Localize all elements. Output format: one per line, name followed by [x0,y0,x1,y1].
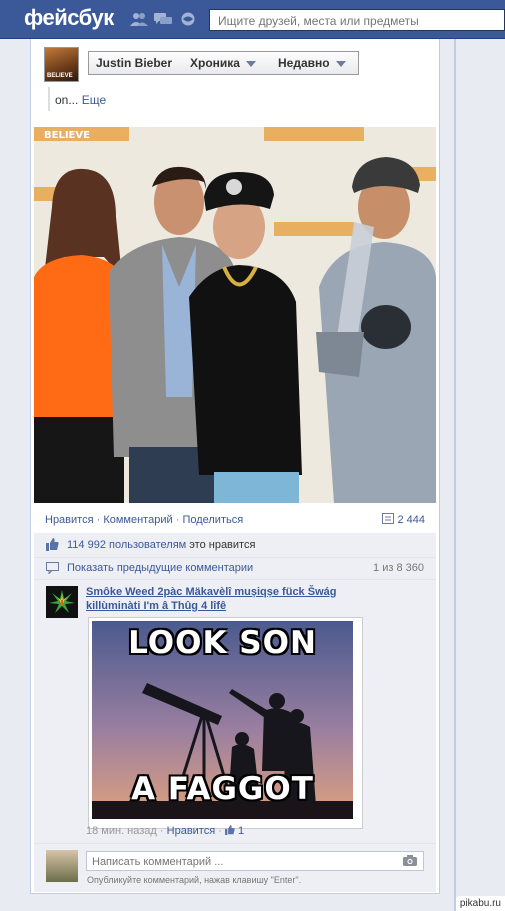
comment: Smôke Weed 2pàc Mäkavèlî mușiqșe fück Šw… [34,580,436,844]
thumbs-up-icon [46,538,59,554]
top-bar: фейсбук [0,0,505,39]
meme-bottom-text: A FAGGOT [131,771,314,807]
user-avatar [46,850,78,882]
watermark: pikabu.ru [455,896,505,911]
comment-input[interactable] [90,853,394,871]
comment-link[interactable]: Комментарий [103,514,172,526]
separator: · [175,514,180,526]
profile-avatar[interactable]: BELIEVE [44,47,79,82]
chevron-down-icon [245,60,256,67]
comment-input-box[interactable] [86,851,424,871]
quote-divider [48,87,50,111]
comment-timestamp: 18 мин. назад [86,825,157,837]
messages-icon[interactable] [154,12,172,26]
friend-requests-icon[interactable] [130,12,148,26]
post-photo[interactable]: BELIEVE [34,127,436,503]
likes-suffix: это нравится [186,539,256,551]
comment-like-link[interactable]: Нравится [167,825,216,837]
timeline-label: Хроника [190,56,240,70]
post-card: on... Еще BELIEVE Нравится · Комментарий… [30,87,440,894]
camera-icon[interactable] [403,855,417,869]
post-text-snippet: on... [55,93,79,107]
comment-bubble-icon [46,562,59,577]
search-box[interactable] [209,9,505,31]
post-text: on... Еще [55,93,106,107]
search-input[interactable] [216,11,500,31]
comment-like-count-value: 1 [238,825,245,837]
thumbs-up-icon [224,825,235,837]
comments-position: 1 из 8 360 [373,562,424,574]
timeline-header: BELIEVE Justin Bieber Хроника Недавно [30,39,440,87]
post-actions: Нравится · Комментарий · Поделиться [45,514,243,526]
likes-summary: 114 992 пользователям это нравится [67,539,255,551]
share-icon [382,513,397,526]
profile-name-button[interactable]: Justin Bieber [88,51,184,75]
sort-dropdown[interactable]: Недавно [271,51,359,75]
chevron-down-icon [335,60,346,67]
timeline-line [454,39,456,911]
likes-count-link[interactable]: 114 992 пользователям [67,539,186,551]
share-link[interactable]: Поделиться [182,514,243,526]
comment-meta: 18 мин. назад · Нравится · 1 [86,825,244,837]
profile-name: Justin Bieber [96,56,173,70]
separator: · [159,825,164,837]
avatar-caption: BELIEVE [47,73,73,79]
facebook-logo[interactable]: фейсбук [24,5,114,31]
sort-label: Недавно [278,56,330,70]
notifications-icon[interactable] [180,12,198,26]
comment-image[interactable]: LOOK SON A FAGGOT [88,617,363,829]
commenter-avatar[interactable] [46,586,78,618]
separator: · [96,514,101,526]
composer-hint: Опубликуйте комментарий, нажав клавишу "… [87,875,302,885]
comment-composer: Опубликуйте комментарий, нажав клавишу "… [34,844,436,892]
commenter-name-link[interactable]: Smôke Weed 2pàc Mäkavèlî mușiqșe fück Šw… [86,585,376,613]
timeline-dropdown[interactable]: Хроника [183,51,272,75]
show-previous-comments-link[interactable]: Показать предыдущие комментарии [67,562,253,574]
share-count[interactable]: 2 444 [382,513,425,526]
like-link[interactable]: Нравится [45,514,94,526]
previous-comments-row[interactable]: Показать предыдущие комментарии 1 из 8 3… [34,558,436,580]
separator: · [218,825,222,837]
see-more-link[interactable]: Еще [82,93,106,107]
comment-like-count[interactable]: 1 [224,825,245,837]
likes-row: 114 992 пользователям это нравится [34,533,436,558]
meme-top-text: LOOK SON [128,625,317,661]
share-count-value: 2 444 [397,514,425,526]
backdrop-text: BELIEVE [44,130,90,141]
